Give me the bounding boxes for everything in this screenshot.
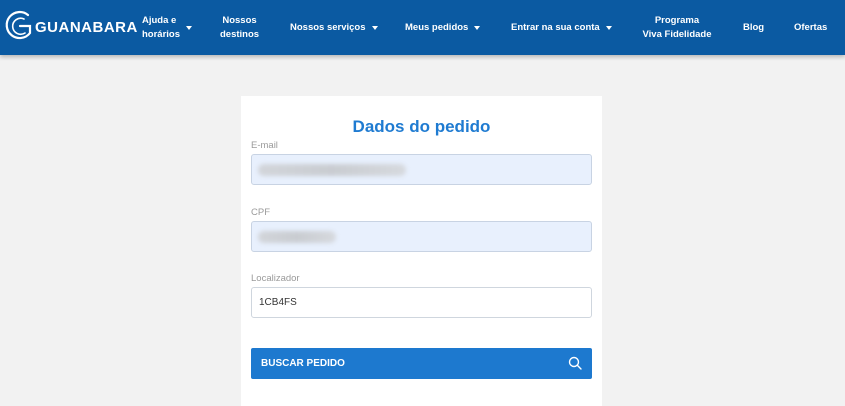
nav-nossos-destinos-label: Nossos destinos [220,14,259,42]
logo-text: GUANABARA [35,18,138,36]
guanabara-logo[interactable]: GUANABARA [4,9,138,45]
nav-nossos-servicos[interactable]: Nossos serviços [290,0,378,55]
nav-programa-line1: Programa [654,14,700,26]
order-form-card: Dados do pedido E-mail CPF Localizador B… [241,96,602,406]
locator-input[interactable] [251,287,592,318]
search-order-button-label: BUSCAR PEDIDO [261,358,345,369]
nav-blog-label: Blog [743,21,765,33]
chevron-down-icon [605,25,612,30]
cpf-field[interactable] [251,221,592,252]
nav-programa-fidelidade[interactable]: Programa Viva Fidelidade [642,0,712,55]
cpf-label: CPF [251,207,270,218]
nav-nossos-destinos[interactable]: Nossos destinos [220,0,259,55]
nav-blog[interactable]: Blog [743,0,764,55]
nav-ajuda-horarios-label: Ajuda e horários [142,14,180,42]
nav-destinos-line2: destinos [220,28,260,40]
nav-programa-label: Programa Viva Fidelidade [643,14,712,42]
locator-label: Localizador [251,273,300,284]
search-order-button[interactable]: BUSCAR PEDIDO [251,348,592,379]
nav-ofertas[interactable]: Ofertas [794,0,827,55]
nav-entrar-conta-label: Entrar na sua conta [511,21,600,33]
email-redacted-value [258,164,406,176]
form-title: Dados do pedido [352,117,491,136]
email-label: E-mail [251,140,278,151]
nav-ajuda-line2: horários [142,28,181,40]
top-navbar: GUANABARA Ajuda e horários Nossos destin… [0,0,845,55]
nav-meus-pedidos[interactable]: Meus pedidos [405,0,481,55]
cpf-redacted-value [258,231,336,243]
nav-ajuda-horarios[interactable]: Ajuda e horários [142,0,193,55]
chevron-down-icon [474,25,481,30]
nav-entrar-conta[interactable]: Entrar na sua conta [511,0,612,55]
nav-destinos-line1: Nossos [222,14,257,26]
nav-programa-line2: Viva Fidelidade [642,28,712,40]
guanabara-g-logo-icon [5,10,32,40]
nav-meus-pedidos-label: Meus pedidos [405,21,469,33]
chevron-down-icon [186,25,193,30]
nav-ajuda-line1: Ajuda e [142,14,177,26]
nav-ofertas-label: Ofertas [794,21,828,33]
nav-nossos-servicos-label: Nossos serviços [290,21,366,33]
chevron-down-icon [371,25,378,30]
email-field[interactable] [251,154,592,185]
search-icon [568,356,582,370]
